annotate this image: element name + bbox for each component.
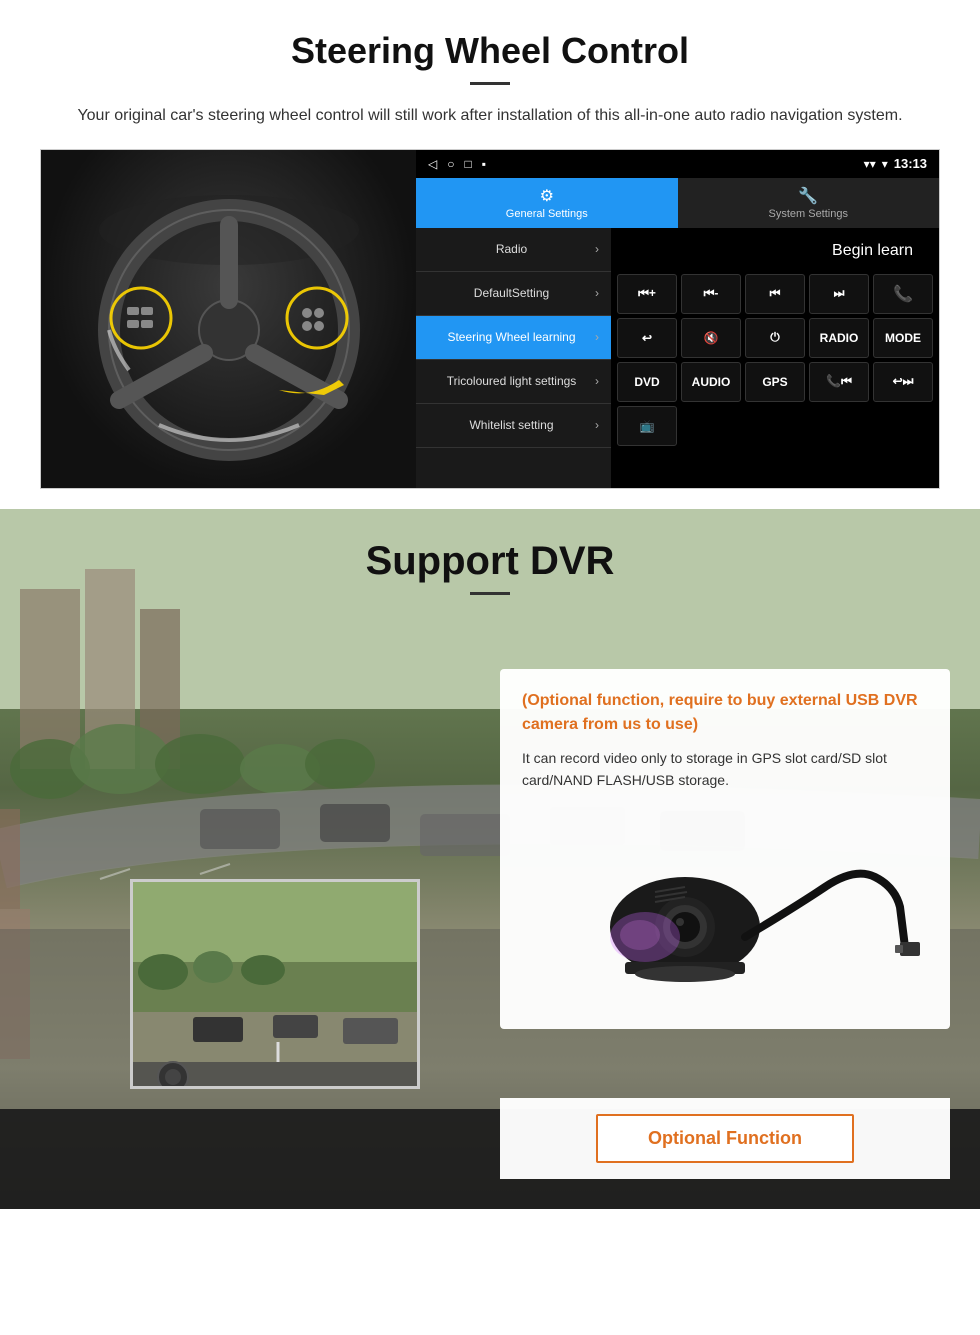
back-nav-icon[interactable]: ◁ — [428, 157, 437, 171]
page-title: Steering Wheel Control — [40, 30, 940, 72]
phone-prev-btn[interactable]: 📞⏮ — [809, 362, 869, 402]
chevron-right-icon: › — [595, 374, 599, 388]
mini-scene-svg — [133, 882, 420, 1089]
menu-controls-area: Radio › DefaultSetting › Steering Wheel … — [416, 228, 939, 488]
signal-icon: ▾▾ — [864, 157, 876, 171]
dvr-info-card: (Optional function, require to buy exter… — [500, 669, 950, 1030]
status-left: ◁ ○ □ ▪ — [428, 157, 486, 171]
vol-down-btn[interactable]: ⏮- — [681, 274, 741, 314]
menu-nav-icon[interactable]: ▪ — [482, 157, 486, 171]
menu-radio-label: Radio — [428, 242, 595, 256]
screenshot-container: ◁ ○ □ ▪ ▾▾ ▾ 13:13 ⚙ General Settings — [40, 149, 940, 489]
radio-btn[interactable]: RADIO — [809, 318, 869, 358]
section-subtitle: Your original car's steering wheel contr… — [60, 103, 920, 129]
chevron-right-icon: › — [595, 330, 599, 344]
begin-learn-row: Begin learn — [617, 234, 933, 268]
dvr-section: Support DVR (Optional function, require … — [0, 509, 980, 1209]
tab-system-settings[interactable]: 🔧 System Settings — [678, 178, 940, 228]
android-ui: ◁ ○ □ ▪ ▾▾ ▾ 13:13 ⚙ General Settings — [416, 150, 939, 488]
steering-section: Steering Wheel Control Your original car… — [0, 0, 980, 509]
control-grid: ⏮+ ⏮- ⏮ ⏭ 📞 ↩ 🔇 ⏻ RADIO MODE DVD AUDIO G… — [617, 274, 933, 446]
prev-track-btn[interactable]: ⏮ — [745, 274, 805, 314]
optional-function-container: Optional Function — [500, 1098, 950, 1179]
status-time: 13:13 — [894, 156, 927, 171]
optional-function-button[interactable]: Optional Function — [596, 1114, 854, 1163]
dvr-screenshot-thumbnail — [130, 879, 420, 1089]
menu-list: Radio › DefaultSetting › Steering Wheel … — [416, 228, 611, 488]
dvr-info-description: It can record video only to storage in G… — [522, 747, 928, 792]
settings-gear-icon: ⚙ — [540, 186, 554, 206]
dvd-btn[interactable]: DVD — [617, 362, 677, 402]
dvr-camera-svg — [525, 807, 925, 1007]
dvr-camera-illustration — [522, 807, 928, 1007]
controls-panel: Begin learn ⏮+ ⏮- ⏮ ⏭ 📞 ↩ 🔇 ⏻ RADIO MODE — [611, 228, 939, 488]
tab-system-label: System Settings — [769, 208, 848, 220]
begin-learn-button[interactable]: Begin learn — [812, 234, 933, 268]
status-icons: ▾▾ ▾ 13:13 — [864, 156, 927, 171]
dvr-title: Support DVR — [0, 539, 980, 584]
mute-btn[interactable]: 🔇 — [681, 318, 741, 358]
back-next-btn[interactable]: ↩⏭ — [873, 362, 933, 402]
dvr-divider — [470, 592, 510, 595]
dvr-header: Support DVR — [0, 509, 980, 610]
menu-item-steering-learning[interactable]: Steering Wheel learning › — [416, 316, 611, 360]
recents-nav-icon[interactable]: □ — [464, 157, 471, 171]
title-divider — [470, 82, 510, 85]
phone-btn[interactable]: 📞 — [873, 274, 933, 314]
chevron-right-icon: › — [595, 418, 599, 432]
hang-up-btn[interactable]: ↩ — [617, 318, 677, 358]
next-track-btn[interactable]: ⏭ — [809, 274, 869, 314]
wifi-icon: ▾ — [882, 157, 888, 171]
menu-default-label: DefaultSetting — [428, 286, 595, 300]
extra-btn[interactable]: 📺 — [617, 406, 677, 446]
nav-tabs: ⚙ General Settings 🔧 System Settings — [416, 178, 939, 228]
steering-wheel-svg — [79, 170, 379, 470]
dvr-optional-notice: (Optional function, require to buy exter… — [522, 689, 928, 737]
chevron-right-icon: › — [595, 242, 599, 256]
menu-steering-label: Steering Wheel learning — [428, 330, 595, 344]
menu-item-tricolour[interactable]: Tricoloured light settings › — [416, 360, 611, 404]
menu-whitelist-label: Whitelist setting — [428, 418, 595, 432]
audio-btn[interactable]: AUDIO — [681, 362, 741, 402]
mode-btn[interactable]: MODE — [873, 318, 933, 358]
vol-up-btn[interactable]: ⏮+ — [617, 274, 677, 314]
menu-item-whitelist[interactable]: Whitelist setting › — [416, 404, 611, 448]
status-bar: ◁ ○ □ ▪ ▾▾ ▾ 13:13 — [416, 150, 939, 178]
tab-general-label: General Settings — [506, 208, 588, 220]
steering-wheel-image — [41, 150, 416, 489]
tab-general-settings[interactable]: ⚙ General Settings — [416, 178, 678, 228]
system-icon: 🔧 — [798, 186, 818, 206]
menu-item-radio[interactable]: Radio › — [416, 228, 611, 272]
dvr-screenshot-inner — [133, 882, 417, 1086]
gps-btn[interactable]: GPS — [745, 362, 805, 402]
home-nav-icon[interactable]: ○ — [447, 157, 454, 171]
power-btn[interactable]: ⏻ — [745, 318, 805, 358]
menu-item-default[interactable]: DefaultSetting › — [416, 272, 611, 316]
menu-tricolour-label: Tricoloured light settings — [428, 374, 595, 388]
chevron-right-icon: › — [595, 286, 599, 300]
